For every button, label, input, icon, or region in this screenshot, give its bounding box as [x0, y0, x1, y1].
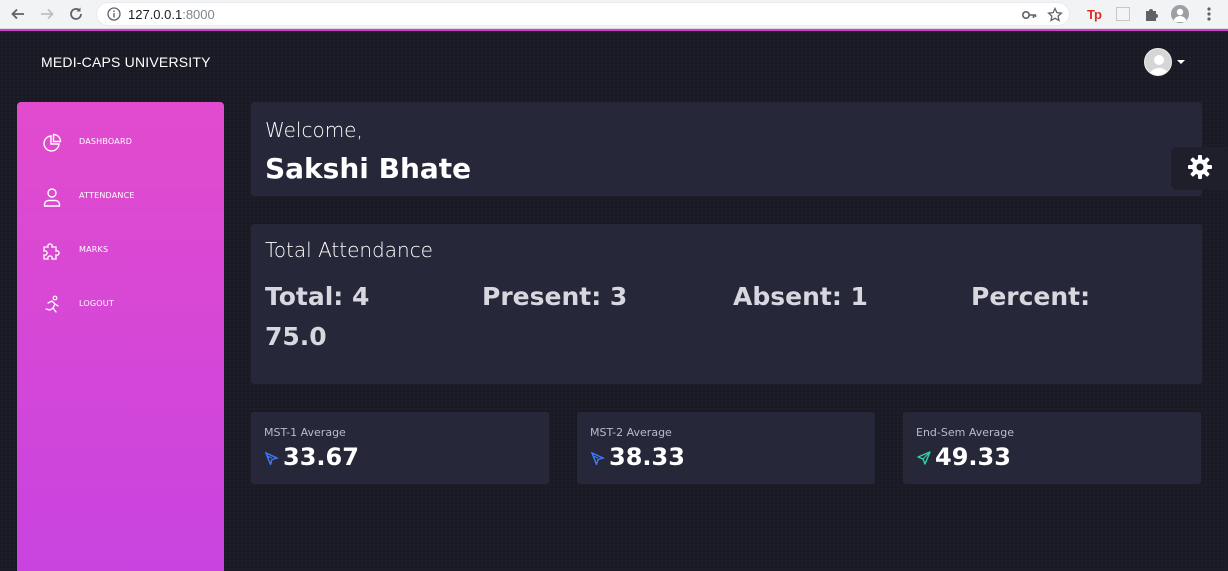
average-value: 49.33	[935, 443, 1011, 471]
attendance-total: Total: 4	[265, 282, 370, 311]
attendance-present: Present: 3	[482, 282, 628, 311]
brand-title[interactable]: MEDI-CAPS UNIVERSITY	[41, 54, 211, 70]
forward-icon[interactable]	[37, 4, 57, 24]
puzzle-icon	[41, 240, 63, 262]
reload-icon[interactable]	[66, 4, 86, 24]
address-bar[interactable]: 127.0.0.1:8000	[96, 2, 1070, 26]
average-value: 38.33	[609, 443, 685, 471]
url-text: 127.0.0.1:8000	[128, 7, 215, 22]
extension-tp-label: Tp	[1087, 6, 1102, 22]
chevron-down-icon	[1177, 60, 1185, 64]
browser-toolbar: 127.0.0.1:8000 Tp	[0, 0, 1228, 29]
welcome-label: Welcome,	[265, 118, 363, 142]
pie-chart-icon	[41, 132, 63, 154]
mst2-average-card: MST-2 Average 38.33	[577, 412, 875, 484]
gear-icon	[1187, 154, 1213, 184]
sidebar-item-label: MARKS	[79, 245, 109, 254]
attendance-card: Total Attendance Total: 4 Present: 3 Abs…	[251, 224, 1202, 384]
average-label: MST-2 Average	[590, 426, 672, 439]
attendance-percent-label: Percent:	[971, 282, 1091, 311]
back-icon[interactable]	[8, 4, 28, 24]
url-host: 127.0.0.1	[128, 7, 183, 22]
info-icon[interactable]	[107, 7, 121, 21]
mst1-average-card: MST-1 Average 33.67	[251, 412, 549, 484]
sidebar-item-logout[interactable]: LOGOUT	[17, 284, 224, 324]
bookmark-star-icon[interactable]	[1047, 7, 1063, 23]
url-port: :8000	[182, 7, 215, 22]
average-label: End-Sem Average	[916, 426, 1015, 439]
puzzle-extensions-icon[interactable]	[1141, 4, 1161, 24]
sidebar-item-dashboard[interactable]: DASHBOARD	[17, 122, 224, 162]
sidebar-item-attendance[interactable]: ATTENDANCE	[17, 176, 224, 216]
sidebar: DASHBOARD ATTENDANCE MARKS LOGOUT	[17, 102, 224, 571]
app-container: MEDI-CAPS UNIVERSITY DASHBOARD ATTENDANC…	[0, 31, 1228, 571]
extension-tp-icon[interactable]: Tp	[1084, 4, 1104, 24]
running-person-icon	[41, 294, 63, 316]
profile-icon[interactable]	[1170, 4, 1190, 24]
key-icon[interactable]	[1021, 7, 1037, 23]
kebab-menu-icon[interactable]	[1199, 4, 1219, 24]
user-icon	[41, 186, 63, 208]
profile-dropdown[interactable]	[1144, 48, 1186, 76]
sidebar-item-marks[interactable]: MARKS	[17, 230, 224, 270]
attendance-percent-value: 75.0	[265, 322, 327, 351]
student-name: Sakshi Bhate	[265, 152, 472, 185]
avatar	[1144, 48, 1172, 76]
sidebar-item-label: LOGOUT	[79, 299, 114, 308]
average-value: 33.67	[283, 443, 359, 471]
settings-button[interactable]	[1171, 147, 1228, 190]
welcome-card: Welcome, Sakshi Bhate	[251, 102, 1202, 196]
sidebar-item-label: DASHBOARD	[79, 137, 133, 146]
extension-square-icon[interactable]	[1113, 4, 1133, 24]
sidebar-item-label: ATTENDANCE	[79, 191, 135, 200]
average-label: MST-1 Average	[264, 426, 346, 439]
attendance-absent: Absent: 1	[733, 282, 868, 311]
pointer-icon	[590, 450, 606, 466]
paper-plane-icon	[916, 450, 932, 466]
pointer-icon	[264, 450, 280, 466]
endsem-average-card: End-Sem Average 49.33	[903, 412, 1201, 484]
attendance-title: Total Attendance	[265, 238, 433, 262]
